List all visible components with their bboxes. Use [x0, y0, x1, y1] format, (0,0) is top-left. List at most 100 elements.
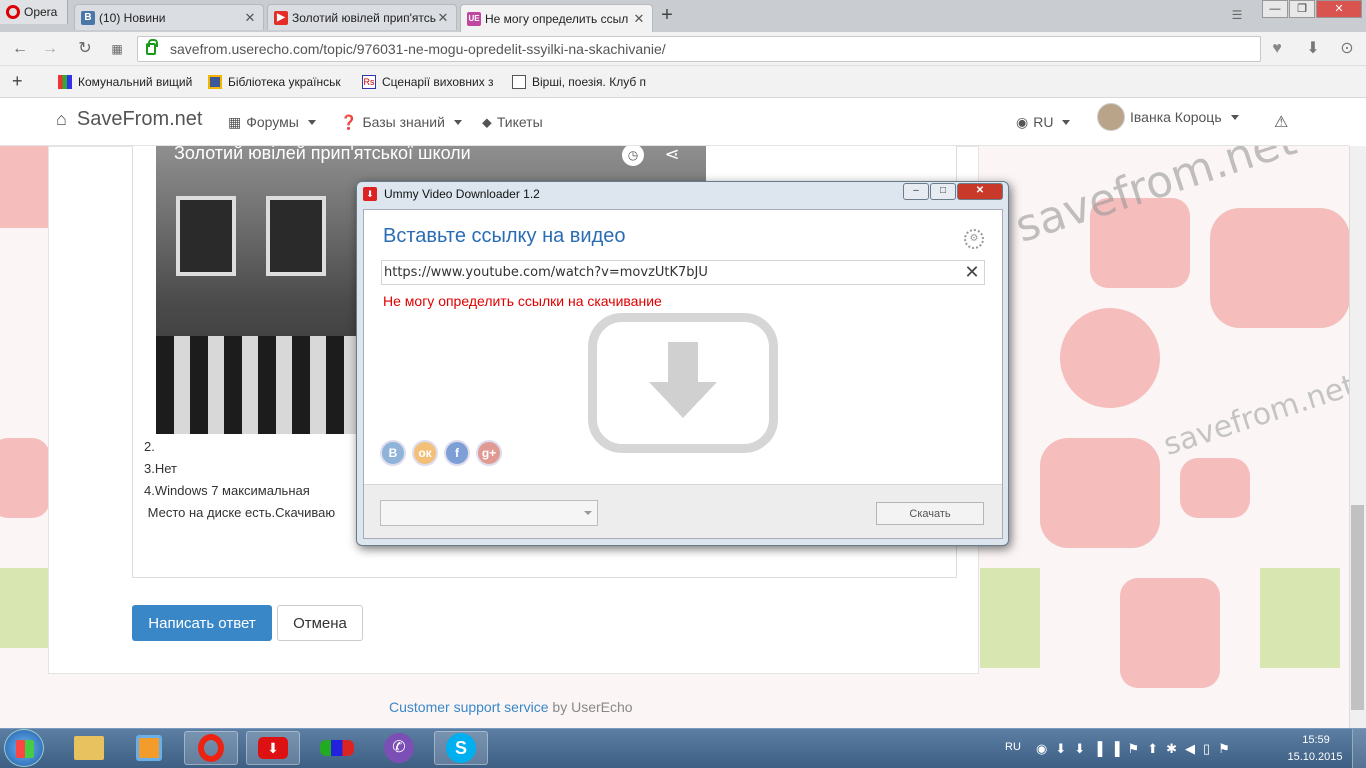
video-url-value: https://www.youtube.com/watch?v=movzUtK7…	[384, 265, 708, 280]
youtube-icon: ▶	[274, 10, 288, 25]
vk-icon: B	[81, 10, 95, 25]
taskbar-app[interactable]	[310, 731, 364, 765]
maximize-icon[interactable]: ❐	[1289, 0, 1315, 18]
scrollbar-thumb[interactable]	[1351, 505, 1364, 710]
rs-icon: Rs	[362, 75, 376, 89]
format-select[interactable]	[380, 500, 598, 526]
watermark-text: savefrom.net	[1159, 368, 1349, 463]
odnoklassniki-share-icon[interactable]: ок	[412, 440, 438, 466]
dialog-close-icon[interactable]: ✕	[957, 183, 1003, 200]
tab-userecho[interactable]: UE Не могу определить ссыл ✕	[460, 4, 653, 32]
download-icon[interactable]: ⬇	[1302, 38, 1324, 60]
chevron-down-icon	[307, 119, 316, 125]
home-icon: ⌂	[56, 108, 67, 129]
dialog-title: Ummy Video Downloader 1.2	[384, 187, 540, 201]
grid-icon: ▦	[228, 113, 242, 130]
close-tab-icon[interactable]: ✕	[243, 10, 257, 26]
taskbar-viber[interactable]: ✆	[372, 731, 426, 765]
tab-title: Не могу определить ссыл	[485, 11, 629, 26]
error-message: Не могу определить ссылки на скачивание	[383, 293, 662, 309]
url-field[interactable]: savefrom.userecho.com/topic/976031-ne-mo…	[137, 36, 1261, 62]
tab-youtube[interactable]: ▶ Золотий ювілей прип'ятсь ✕	[267, 4, 457, 30]
tab-title: Золотий ювілей прип'ятсь	[292, 10, 436, 25]
googleplus-share-icon[interactable]: g+	[476, 440, 502, 466]
arrow-head	[649, 382, 717, 418]
speed-dial-icon[interactable]: ▦	[107, 40, 127, 58]
taskbar-opera[interactable]	[184, 731, 238, 765]
nav-knowledge-label: Базы знаний	[362, 114, 445, 130]
download-button[interactable]: Скачать	[876, 502, 984, 525]
watermark-record-icon	[1060, 308, 1160, 408]
chevron-down-icon	[584, 511, 592, 515]
taskbar-explorer[interactable]	[62, 731, 116, 765]
dialog-maximize-icon[interactable]: □	[930, 183, 956, 200]
site-logo[interactable]: ⌂ SaveFrom.net	[56, 108, 202, 130]
close-tab-icon[interactable]: ✕	[632, 11, 646, 27]
taskbar-media-player[interactable]	[122, 731, 176, 765]
reply-button[interactable]: Написать ответ	[132, 605, 272, 641]
start-button[interactable]	[4, 729, 44, 767]
opera-menu-label: Opera	[24, 5, 58, 19]
tray-icons[interactable]: ◉⬇⬇▐▐⚑⬆✱◀▯⚑	[1036, 741, 1238, 757]
chevron-down-icon	[453, 119, 462, 125]
extensions-icon[interactable]: ⊙	[1336, 38, 1358, 60]
tray-language[interactable]: RU	[1005, 741, 1021, 753]
viber-icon: ✆	[384, 733, 414, 763]
clock-time: 15:59	[1302, 734, 1330, 746]
bookmark-label: Бібліотека українськ	[228, 75, 341, 89]
window-close-icon[interactable]: ✕	[1316, 0, 1362, 18]
watermark-logo-icon	[0, 438, 50, 518]
folder-icon	[74, 736, 104, 760]
watermark-record-icon	[1040, 438, 1160, 548]
facebook-share-icon[interactable]: f	[444, 440, 470, 466]
close-tab-icon[interactable]: ✕	[436, 10, 450, 26]
dialog-minimize-icon[interactable]: –	[903, 183, 929, 200]
bookmark-label: Вірші, поезія. Клуб п	[532, 75, 647, 89]
video-url-input[interactable]: https://www.youtube.com/watch?v=movzUtK7…	[381, 260, 985, 285]
heart-icon[interactable]: ♥	[1266, 38, 1288, 60]
nav-language[interactable]: ◉ RU	[1016, 112, 1071, 132]
page-footer: Customer support service by UserEcho	[389, 699, 633, 715]
forward-icon[interactable]: →	[40, 40, 60, 58]
bookmark-item[interactable]: Вірші, поезія. Клуб п	[512, 72, 648, 92]
download-placeholder-icon	[588, 313, 778, 453]
window-image	[176, 196, 236, 276]
share-icon[interactable]: ⋖	[660, 146, 684, 166]
clear-url-icon[interactable]: ✕	[962, 262, 982, 282]
nav-tickets-label: Тикеты	[496, 114, 543, 130]
bookmark-item[interactable]: Rs Сценарії виховних з	[362, 72, 494, 92]
vk-share-icon[interactable]: B	[380, 440, 406, 466]
nav-user-name: Іванка Короць	[1130, 109, 1222, 125]
video-title[interactable]: Золотий ювілей прип'ятської школи	[174, 146, 471, 164]
globe-icon: ◉	[1016, 113, 1029, 130]
nav-forums[interactable]: ▦ Форумы	[228, 112, 316, 132]
opera-menu-button[interactable]: Opera	[0, 0, 68, 24]
warning-icon[interactable]: ⚠	[1274, 112, 1288, 132]
book-icon	[208, 75, 222, 89]
back-icon[interactable]: ←	[10, 40, 30, 58]
watermark-upload-icon	[1120, 578, 1220, 688]
taskbar-skype[interactable]: S	[434, 731, 488, 765]
add-bookmark-button[interactable]: +	[12, 72, 23, 90]
tag-icon: ⬥	[482, 113, 492, 130]
minimize-icon[interactable]: —	[1262, 0, 1288, 18]
url-text: savefrom.userecho.com/topic/976031-ne-mo…	[170, 41, 666, 57]
ummy-icon: ⬇	[258, 737, 288, 759]
cancel-button[interactable]: Отмена	[277, 605, 363, 641]
bookmark-item[interactable]: Бібліотека українськ	[208, 72, 342, 92]
taskbar-ummy[interactable]: ⬇	[246, 731, 300, 765]
nav-user-menu[interactable]: Іванка Короць	[1097, 103, 1239, 131]
reload-icon[interactable]: ↻	[75, 40, 95, 58]
clock-date: 15.10.2015	[1287, 751, 1343, 763]
tab-menu-icon[interactable]: ☰	[1222, 8, 1252, 24]
bookmark-label: Комунальний вищий	[78, 75, 192, 89]
new-tab-button[interactable]: +	[656, 5, 678, 27]
bookmark-item[interactable]: Комунальний вищий	[58, 72, 192, 92]
tab-novyny[interactable]: B (10) Новини ✕	[74, 4, 264, 30]
show-desktop-button[interactable]	[1352, 729, 1366, 768]
quill-icon	[512, 75, 526, 89]
nav-knowledge-base[interactable]: ❓ Базы знаний	[340, 112, 462, 132]
support-link[interactable]: Customer support service	[389, 699, 549, 715]
settings-gear-icon[interactable]: ⚙	[964, 229, 984, 249]
nav-tickets[interactable]: ⬥ Тикеты	[482, 112, 543, 132]
